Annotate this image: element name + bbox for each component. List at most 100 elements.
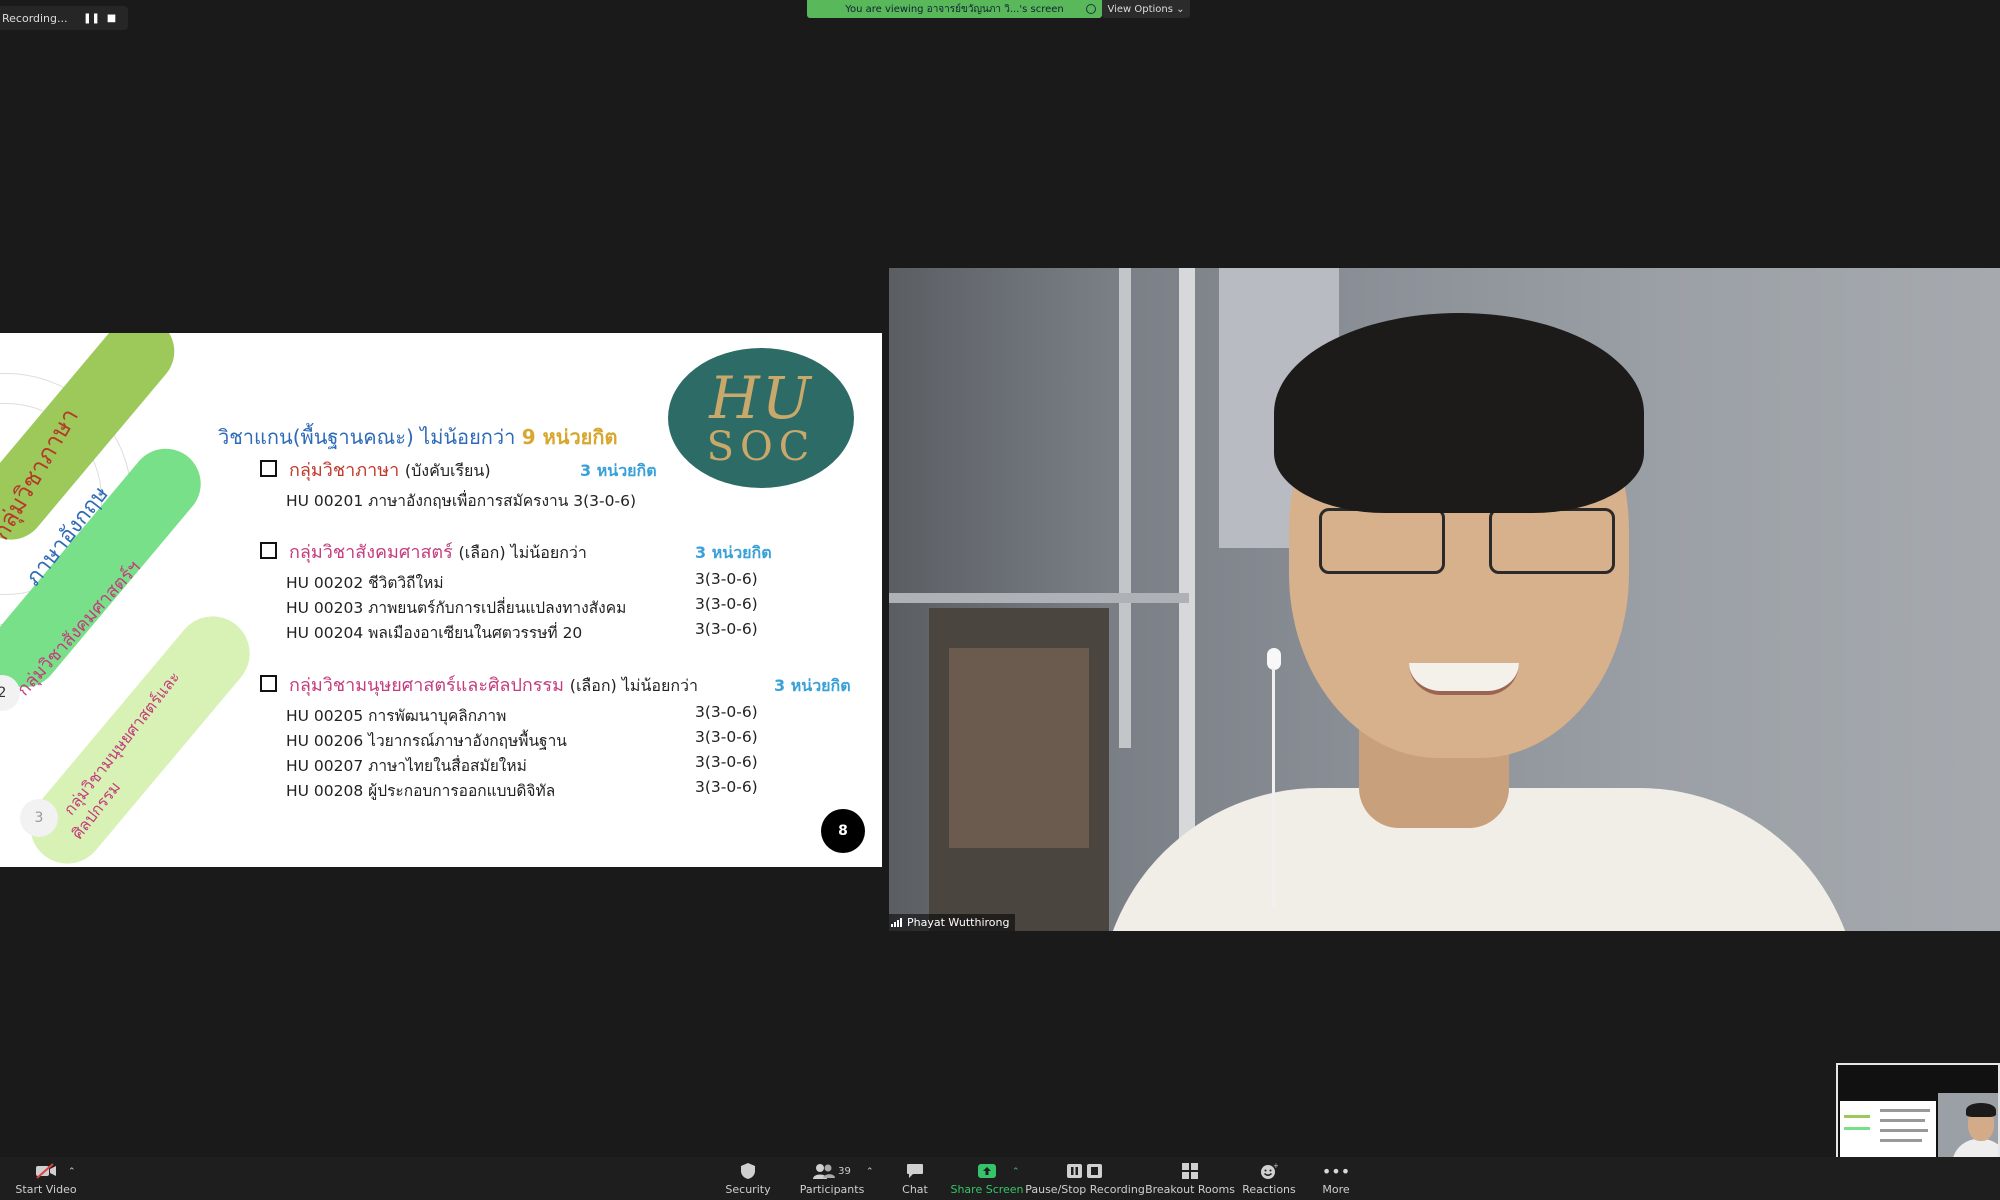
breakout-rooms-label: Breakout Rooms (1145, 1183, 1235, 1196)
more-button[interactable]: ••• More (1318, 1161, 1354, 1199)
view-options-button[interactable]: View Options ⌄ (1102, 0, 1190, 18)
person-smile (1409, 663, 1519, 695)
chevron-up-icon[interactable]: ⌃ (866, 1167, 874, 1177)
thumbnail-text-line (1880, 1139, 1922, 1142)
course-credits: 3(3-0-6) (695, 728, 758, 746)
thumbnail-pill (1844, 1115, 1870, 1118)
group-note: (เลือก) ไม่น้อยกว่า (569, 676, 699, 695)
view-options-label: View Options (1107, 3, 1173, 15)
background-shelf-items (949, 648, 1089, 848)
participants-label: Participants (799, 1183, 865, 1196)
pause-stop-recording-button[interactable]: Pause/Stop Recording (1025, 1161, 1145, 1199)
video-off-icon (35, 1161, 57, 1181)
background-beam (889, 593, 1189, 603)
chevron-down-icon: ⌄ (1176, 3, 1185, 15)
participant-name-tag: Phayat Wutthirong (889, 914, 1016, 931)
earphone (1267, 648, 1281, 670)
slide-title: วิชาแกน(พื้นฐานคณะ) ไม่น้อยกว่า 9 หน่วยก… (218, 421, 618, 453)
chevron-up-icon[interactable]: ⌃ (68, 1167, 76, 1177)
group-name: กลุ่มวิชาสังคมศาสตร์ (289, 542, 453, 563)
viewing-banner: You are viewing อาจารย์ขวัญนภา วิ...'s s… (807, 0, 1102, 18)
course-line: HU 00208 ผู้ประกอบการออกแบบดิจิทัล (286, 782, 556, 800)
group-heading-social: กลุ่มวิชาสังคมศาสตร์ (เลือก) ไม่น้อยกว่า (260, 537, 587, 566)
thumbnail-hair (1966, 1103, 1996, 1117)
security-button[interactable]: Security (718, 1161, 778, 1199)
participants-count: 39 (838, 1165, 851, 1177)
share-screen-button[interactable]: Share Screen (950, 1161, 1024, 1199)
chat-bubble-icon (906, 1161, 924, 1181)
participant-video[interactable] (889, 268, 2000, 931)
more-label: More (1322, 1183, 1350, 1196)
course-line: HU 00202 ชีวิตวิถีใหม่ (286, 574, 444, 592)
thumbnail-pill (1844, 1127, 1870, 1130)
course-line: HU 00206 ไวยากรณ์ภาษาอังกฤษพื้นฐาน (286, 732, 567, 750)
earphone-cable (1272, 668, 1275, 908)
glasses-left-lens (1319, 508, 1445, 574)
slide-title-credit: 9 หน่วยกิต (521, 425, 618, 449)
group-credit: 3 หน่วยกิต (695, 543, 772, 562)
security-label: Security (725, 1183, 771, 1196)
stop-icon[interactable]: ■ (102, 8, 122, 28)
thumbnail-slide (1840, 1101, 1936, 1157)
slide-title-text: วิชาแกน(พื้นฐานคณะ) ไม่น้อยกว่า (218, 425, 516, 449)
pause-icon[interactable]: ❚❚ (82, 8, 102, 28)
group-credit: 3 หน่วยกิต (774, 676, 851, 695)
participants-icon: 39 (813, 1161, 851, 1181)
course-line: HU 00204 พลเมืองอาเซียนในศตวรรษที่ 20 (286, 624, 583, 642)
thumbnail-text-line (1880, 1119, 1925, 1122)
meeting-toolbar: Start Video ⌃ Security 39 Participants ⌃… (0, 1157, 2000, 1200)
logo-line-1: HU (709, 364, 813, 432)
shield-icon (740, 1161, 756, 1181)
husoc-logo: HU SOC (668, 348, 854, 488)
person-hair (1274, 313, 1644, 513)
checkbox-square-icon (260, 675, 277, 692)
grid-icon (1182, 1161, 1198, 1181)
group-note: (เลือก) ไม่น้อยกว่า (458, 543, 587, 562)
course-credits: 3(3-0-6) (695, 778, 758, 796)
recording-indicator: Recording... ❚❚ ■ (0, 6, 128, 30)
banner-status-icon (1086, 4, 1096, 14)
thumbnail-text-line (1880, 1129, 1928, 1132)
reactions-button[interactable]: + Reactions (1242, 1161, 1296, 1199)
start-video-label: Start Video (15, 1183, 77, 1196)
chevron-up-icon[interactable]: ⌃ (1012, 1167, 1020, 1177)
logo-line-2: SOC (706, 424, 816, 470)
background-pole (1179, 268, 1195, 848)
course-line: HU 00203 ภาพยนตร์กับการเปลี่ยนแปลงทางสัง… (286, 599, 627, 617)
shared-screen-slide: กลุ่มวิชาภาษา ภาษาอังกฤษ กลุ่มวิชาสังคมศ… (0, 333, 882, 867)
group-credit: 3 หน่วยกิต (580, 461, 657, 480)
thumbnail-video (1938, 1093, 1998, 1165)
recording-label: Recording... (2, 11, 68, 25)
checkbox-square-icon (260, 542, 277, 559)
chat-button[interactable]: Chat (895, 1161, 935, 1199)
pause-stop-label: Pause/Stop Recording (1025, 1183, 1145, 1196)
smiley-icon: + (1260, 1161, 1278, 1181)
signal-bars-icon (891, 918, 902, 927)
viewing-text: You are viewing อาจารย์ขวัญนภา วิ...'s s… (845, 3, 1064, 15)
course-credits: 3(3-0-6) (695, 595, 758, 613)
background-pole (1119, 268, 1131, 748)
group-heading-humanities: กลุ่มวิชามนุษยศาสตร์และศิลปกรรม (เลือก) … (260, 670, 698, 699)
chat-label: Chat (902, 1183, 928, 1196)
course-line: HU 00201 ภาษาอังกฤษเพื่อการสมัครงาน 3(3-… (286, 492, 636, 510)
pause-stop-icon (1065, 1161, 1105, 1181)
participants-button[interactable]: 39 Participants (800, 1161, 864, 1199)
course-line: HU 00207 ภาษาไทยในสื่อสมัยใหม่ (286, 757, 527, 775)
course-credits: 3(3-0-6) (695, 620, 758, 638)
group-heading-language: กลุ่มวิชาภาษา (บังคับเรียน) (260, 455, 491, 484)
group-number-3: 3 (20, 799, 58, 837)
group-name: กลุ่มวิชาภาษา (289, 460, 400, 481)
svg-text:+: + (1273, 1162, 1278, 1170)
thumbnail-text-line (1880, 1109, 1930, 1112)
ellipsis-icon: ••• (1321, 1161, 1351, 1181)
participant-name: Phayat Wutthirong (907, 916, 1010, 929)
group-name: กลุ่มวิชามนุษยศาสตร์และศิลปกรรม (289, 675, 564, 696)
group-note: (บังคับเรียน) (404, 461, 491, 480)
course-line: HU 00205 การพัฒนาบุคลิกภาพ (286, 707, 507, 725)
checkbox-square-icon (260, 460, 277, 477)
share-screen-icon (977, 1161, 997, 1181)
start-video-button[interactable]: Start Video (15, 1161, 77, 1199)
course-credits: 3(3-0-6) (695, 753, 758, 771)
slide-page-number: 8 (821, 809, 865, 853)
breakout-rooms-button[interactable]: Breakout Rooms (1145, 1161, 1235, 1199)
